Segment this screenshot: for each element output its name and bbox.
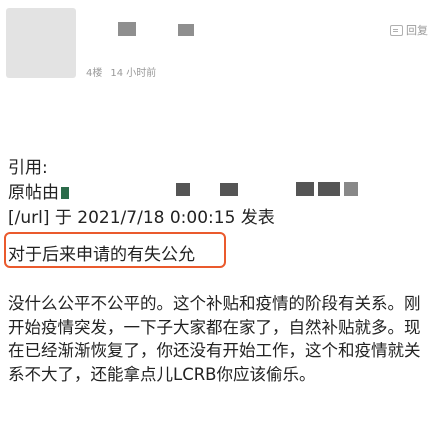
quote-url-line: [/url] 于 2021/7/18 0:00:15 发表: [8, 208, 275, 228]
redacted-username: [178, 24, 194, 36]
quote-author-prefix: 原帖由: [8, 183, 59, 203]
quote-author-line: 原帖由: [8, 181, 428, 206]
redacted-author: [176, 183, 190, 196]
flag-icon: [61, 187, 69, 199]
reply-label: 回复: [406, 24, 428, 37]
floor-number: 4楼: [86, 68, 103, 79]
redacted-username: [118, 22, 136, 36]
quoted-text: 对于后来申请的有失公允: [8, 245, 195, 265]
avatar[interactable]: [6, 8, 76, 78]
post-body: 没什么公平不公平的。这个补贴和疫情的阶段有关系。刚开始疫情突发，一下子大家都在家…: [8, 294, 421, 384]
post-meta: 4楼 14 小时前: [86, 64, 156, 79]
redacted-author: [296, 182, 314, 196]
redacted-author: [344, 182, 358, 196]
reply-button[interactable]: 回复: [390, 22, 428, 38]
redacted-author: [220, 183, 238, 196]
post-time: 14 小时前: [110, 68, 157, 79]
quote-block: 引用: 原帖由 [/url] 于 2021/7/18 0:00:15 发表: [8, 156, 428, 231]
reply-icon: [390, 24, 403, 36]
redacted-author: [318, 182, 340, 196]
quote-label: 引用:: [8, 158, 48, 178]
